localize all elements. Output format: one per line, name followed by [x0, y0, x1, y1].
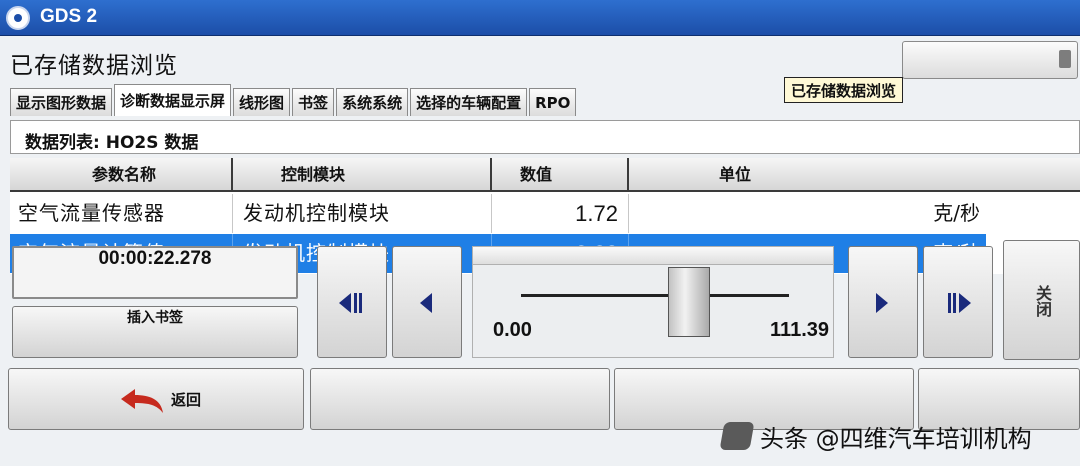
step-back-icon [420, 293, 432, 313]
tab-bar: 显示图形数据 诊断数据显示屏 线形图 书签 系统系统 选择的车辆配置 RPO [10, 84, 578, 116]
cell-module: 发动机控制模块 [233, 194, 492, 233]
back-label: 返回 [171, 391, 202, 409]
cell-value: 1.72 [492, 194, 629, 233]
column-header-param[interactable]: 参数名称 [10, 158, 233, 192]
window-title: GDS 2 [40, 6, 98, 27]
cell-param: 空气流量传感器 [10, 194, 233, 233]
back-button[interactable]: 返回 [8, 368, 304, 430]
title-bar: GDS 2 [0, 0, 1080, 36]
app-logo-icon [6, 6, 30, 30]
column-header-unit[interactable]: 单位 [629, 158, 1080, 192]
bottom-button-2[interactable] [310, 368, 610, 430]
step-forward-icon [876, 293, 888, 313]
tab-rpo[interactable]: RPO [529, 88, 577, 116]
watermark-text: 头条 @四维汽车培训机构 [760, 424, 1032, 453]
table-header: 参数名称 控制模块 数值 单位 [10, 158, 1080, 192]
slider-max-value: 111.39 [770, 319, 829, 341]
skip-to-start-button[interactable] [317, 246, 387, 358]
data-list-strip: 数据列表: HO2S 数据 [10, 120, 1080, 154]
step-forward-button[interactable] [848, 246, 918, 358]
tab-systems[interactable]: 系统系统 [336, 88, 409, 116]
back-arrow-icon [121, 389, 163, 413]
step-back-button[interactable] [392, 246, 462, 358]
slider-min-value: 0.00 [493, 319, 532, 341]
cell-unit: 克/秒 [933, 201, 980, 225]
watermark: 头条 @四维汽车培训机构 [719, 416, 1032, 456]
table-row[interactable]: 空气流量传感器 发动机控制模块 1.72 克/秒 [10, 194, 986, 233]
watermark-logo-icon [719, 422, 755, 450]
panel-title: 已存储数据浏览 [10, 53, 178, 79]
insert-bookmark-button[interactable]: 插入书签 [12, 306, 298, 358]
skip-back-icon [339, 293, 362, 313]
top-right-control[interactable] [902, 41, 1078, 79]
tab-diagnostic-display[interactable]: 诊断数据显示屏 [114, 84, 232, 116]
tab-bookmarks[interactable]: 书签 [292, 88, 335, 116]
data-list-label: 数据列表: HO2S 数据 [25, 133, 199, 153]
time-display: 00:00:22.278 [12, 246, 298, 299]
tab-vehicle-config[interactable]: 选择的车辆配置 [410, 88, 528, 116]
tab-graphics-data[interactable]: 显示图形数据 [10, 88, 113, 116]
column-header-module[interactable]: 控制模块 [233, 158, 492, 192]
skip-forward-icon [948, 293, 971, 313]
slider-scrollbar[interactable] [473, 247, 833, 265]
slider-thumb[interactable] [667, 267, 710, 337]
scroll-grip-icon [1059, 50, 1071, 68]
tooltip: 已存储数据浏览 [784, 77, 904, 103]
close-side-label: 关闭 [1033, 285, 1052, 317]
tab-line-graph[interactable]: 线形图 [233, 88, 291, 116]
close-side-button[interactable]: 关闭 [1003, 240, 1080, 360]
column-header-value[interactable]: 数值 [492, 158, 629, 192]
skip-to-end-button[interactable] [923, 246, 993, 358]
time-slider[interactable]: 0.00 111.39 [472, 246, 834, 358]
slider-track [521, 294, 789, 297]
